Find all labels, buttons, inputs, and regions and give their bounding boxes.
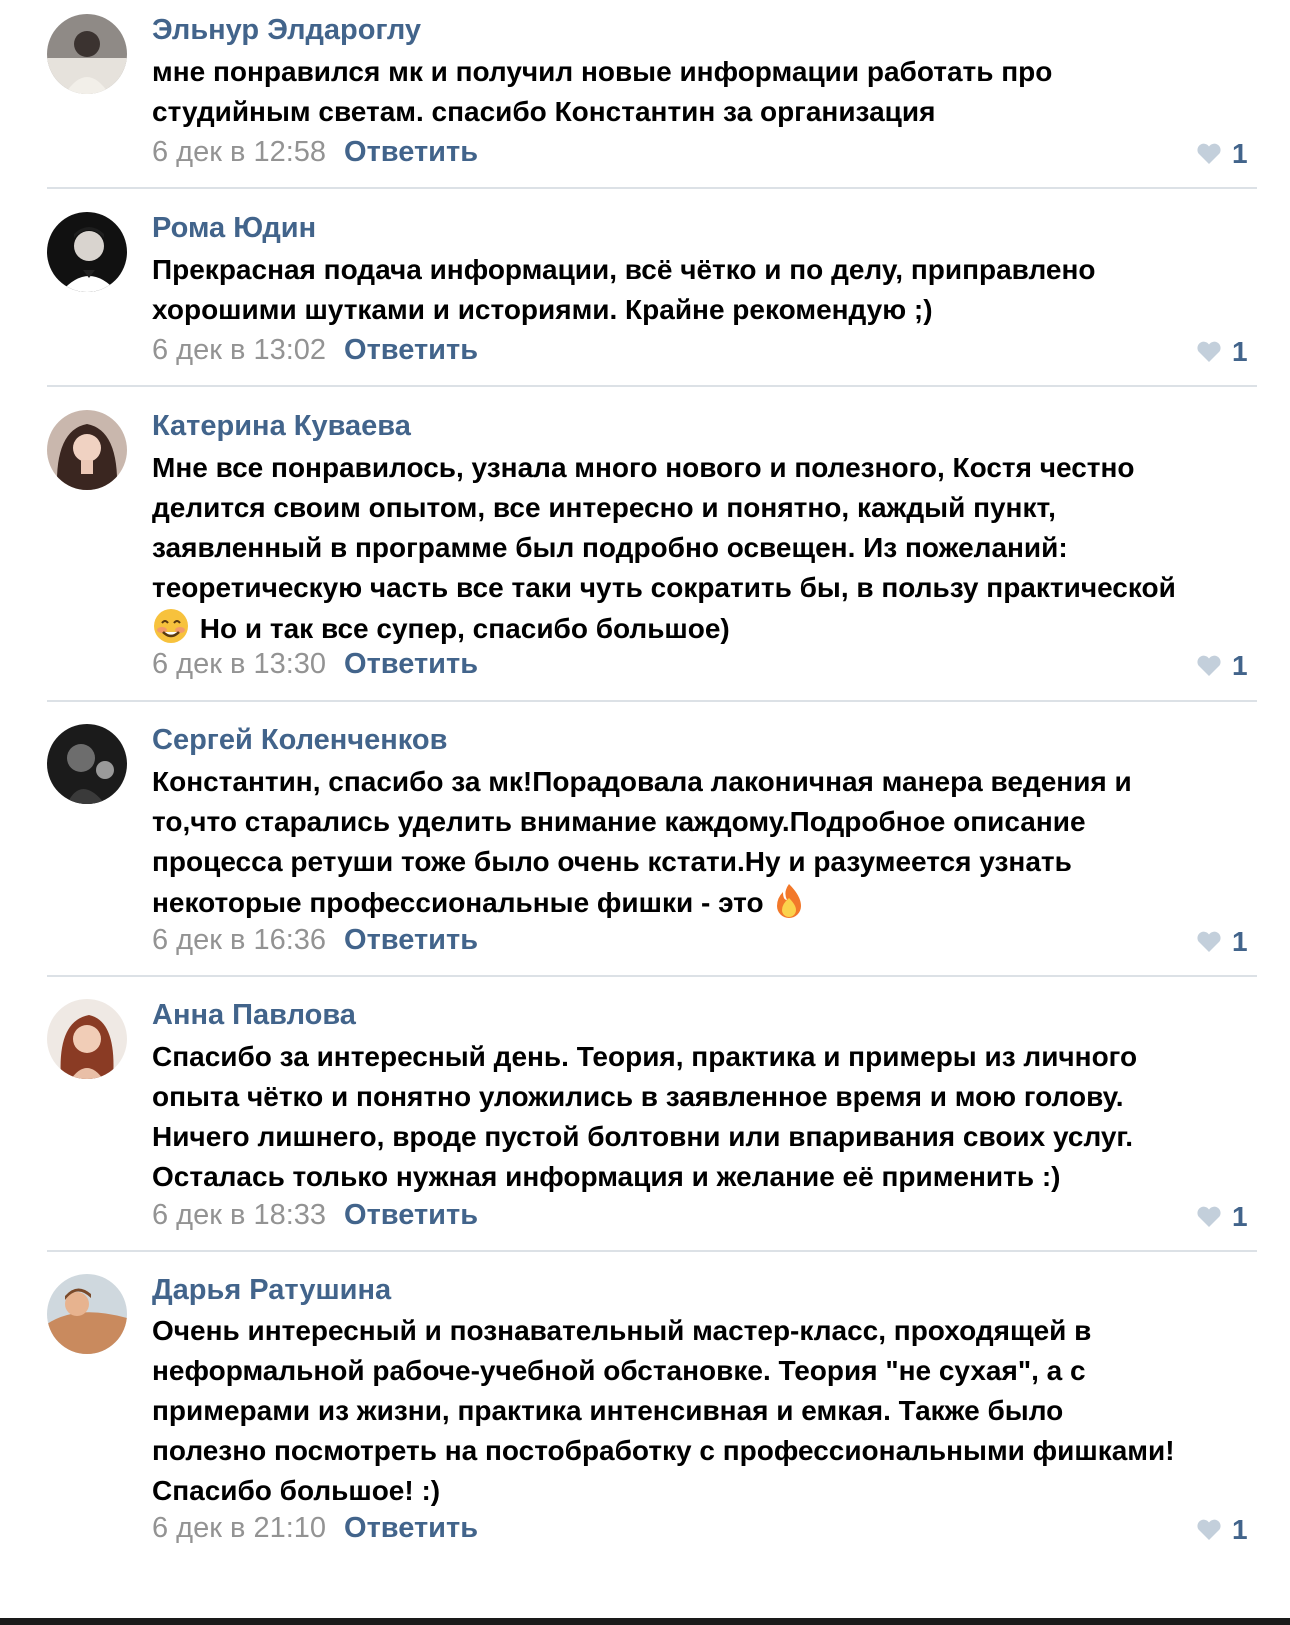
comment-text-line: неформальной рабоче-учебной обстановке. … <box>152 1355 1086 1386</box>
like-button[interactable]: 1 <box>1196 336 1256 367</box>
comment-text-line: заявленный в программе был подробно осве… <box>152 532 1068 563</box>
comment-date[interactable]: 6 дек в 16:36 <box>152 924 326 956</box>
heart-icon <box>1197 655 1221 676</box>
reply-button[interactable]: Ответить <box>344 334 478 366</box>
like-count: 1 <box>1232 336 1248 367</box>
comment-author[interactable]: Дарья Ратушина <box>152 1274 391 1307</box>
heart-icon <box>1197 1519 1221 1540</box>
comment-text-line: Прекрасная подача информации, всё чётко … <box>152 254 1096 285</box>
like-count: 1 <box>1232 138 1248 169</box>
like-count: 1 <box>1232 1201 1248 1232</box>
reply-button[interactable]: Ответить <box>344 648 478 680</box>
comment-text: Прекрасная подача информации, всё чётко … <box>152 250 1262 330</box>
comment-text-line: мне понравился мк и получил новые информ… <box>152 56 1053 87</box>
comment-text-line: Ничего лишнего, вроде пустой болтовни ил… <box>152 1121 1134 1152</box>
comment-author[interactable]: Анна Павлова <box>152 999 356 1032</box>
comments-feed: Эльнур Элдароглу мне понравился мк и пол… <box>0 0 1290 1625</box>
comment-meta: 6 дек в 13:02 Ответить <box>152 334 478 367</box>
comment-text: Очень интересный и познавательный мастер… <box>152 1311 1262 1511</box>
avatar[interactable] <box>47 410 127 490</box>
avatar[interactable] <box>47 14 127 94</box>
comment-text-line: Спасибо большое! :) <box>152 1475 441 1506</box>
comment-meta: 6 дек в 13:30 Ответить <box>152 648 478 681</box>
comment-text-line: то,что старались уделить внимание каждом… <box>152 806 1086 837</box>
divider <box>47 975 1257 977</box>
comment-text-line: полезно посмотреть на постобработку с пр… <box>152 1435 1175 1466</box>
comment-text-line: процесса ретуши тоже было очень кстати.Н… <box>152 846 1072 877</box>
like-button[interactable]: 1 <box>1196 1514 1256 1545</box>
comment-text-line: Спасибо за интересный день. Теория, прак… <box>152 1041 1138 1072</box>
comment-meta: 6 дек в 16:36 Ответить <box>152 924 478 957</box>
divider <box>47 187 1257 189</box>
comment-text-line: Осталась только нужная информация и жела… <box>152 1161 1061 1192</box>
comment-author[interactable]: Катерина Куваева <box>152 410 411 443</box>
comment-date[interactable]: 6 дек в 13:02 <box>152 334 326 366</box>
comment-text-line: опыта чётко и понятно уложились в заявле… <box>152 1081 1124 1112</box>
avatar[interactable] <box>47 1274 127 1354</box>
heart-icon <box>1197 931 1221 952</box>
avatar[interactable] <box>47 999 127 1079</box>
heart-icon <box>1197 341 1221 362</box>
comment-author[interactable]: Эльнур Элдароглу <box>152 14 421 47</box>
bottom-border <box>0 1618 1290 1625</box>
comment-text-line: теоретическую часть все таки чуть сократ… <box>152 572 1176 603</box>
divider <box>47 700 1257 702</box>
reply-button[interactable]: Ответить <box>344 136 478 168</box>
comment-text-line: делится своим опытом, все интересно и по… <box>152 492 1056 523</box>
comment-text-line: хорошими шутками и историями. Крайне рек… <box>152 294 933 325</box>
comment-date[interactable]: 6 дек в 21:10 <box>152 1512 326 1544</box>
like-button[interactable]: 1 <box>1196 138 1256 169</box>
blushing-smile-emoji-icon <box>154 609 188 643</box>
comment-meta: 6 дек в 12:58 Ответить <box>152 136 478 169</box>
comment-text-line: студийным светам. спасибо Константин за … <box>152 96 936 127</box>
comment-date[interactable]: 6 дек в 18:33 <box>152 1199 326 1231</box>
fire-emoji-icon <box>777 884 802 918</box>
comment-text: Спасибо за интересный день. Теория, прак… <box>152 1037 1262 1197</box>
comment-text-line: Очень интересный и познавательный мастер… <box>152 1315 1092 1346</box>
avatar[interactable] <box>47 724 127 804</box>
comment-date[interactable]: 6 дек в 12:58 <box>152 136 326 168</box>
comment-text-line: примерами из жизни, практика интенсивная… <box>152 1395 1064 1426</box>
avatar[interactable] <box>47 212 127 292</box>
comment-author[interactable]: Сергей Коленченков <box>152 724 447 757</box>
divider <box>47 385 1257 387</box>
reply-button[interactable]: Ответить <box>344 924 478 956</box>
like-count: 1 <box>1232 926 1248 957</box>
comment-text: Константин, спасибо за мк!Порадовала лак… <box>152 762 1262 922</box>
comment-text-line-with-emoji: Но и так все супер, спасибо большое) <box>152 608 1262 648</box>
like-button[interactable]: 1 <box>1196 926 1256 957</box>
comment-meta: 6 дек в 21:10 Ответить <box>152 1512 478 1545</box>
comment-author[interactable]: Рома Юдин <box>152 212 316 245</box>
reply-button[interactable]: Ответить <box>344 1199 478 1231</box>
comment-text-line-with-emoji: некоторые профессиональные фишки - это <box>152 882 1262 922</box>
comment-text-line: Константин, спасибо за мк!Порадовала лак… <box>152 766 1132 797</box>
comment-meta: 6 дек в 18:33 Ответить <box>152 1199 478 1232</box>
divider <box>47 1250 1257 1252</box>
comment-text-line: Но и так все супер, спасибо большое) <box>199 613 730 644</box>
like-button[interactable]: 1 <box>1196 1201 1256 1232</box>
heart-icon <box>1197 1206 1221 1227</box>
comment-date[interactable]: 6 дек в 13:30 <box>152 648 326 680</box>
comment-text: мне понравился мк и получил новые информ… <box>152 52 1262 132</box>
like-count: 1 <box>1232 1514 1248 1545</box>
comment-text: Мне все понравилось, узнала много нового… <box>152 448 1262 648</box>
comment-text-line: некоторые профессиональные фишки - это <box>152 887 764 918</box>
reply-button[interactable]: Ответить <box>344 1512 478 1544</box>
like-button[interactable]: 1 <box>1196 650 1256 681</box>
heart-icon <box>1197 143 1221 164</box>
comment-text-line: Мне все понравилось, узнала много нового… <box>152 452 1135 483</box>
like-count: 1 <box>1232 650 1248 681</box>
